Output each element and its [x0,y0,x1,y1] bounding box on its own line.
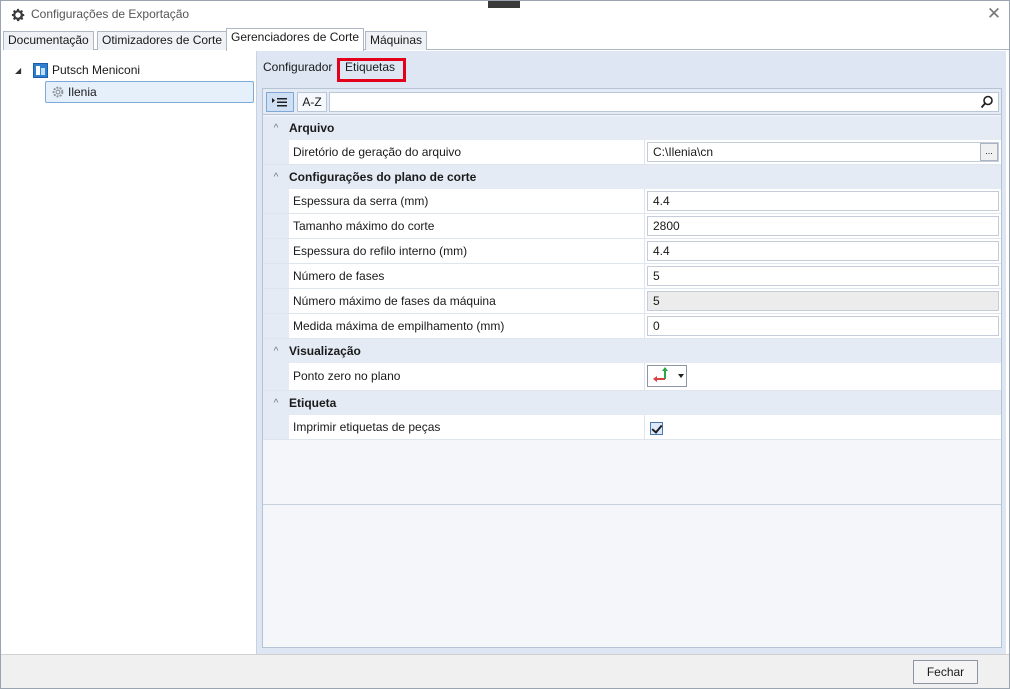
chevron-up-icon[interactable]: ^ [263,172,289,183]
directory-field[interactable]: C:\Ilenia\cn [647,142,999,162]
tree-root-item[interactable]: ◢ Putsch Meniconi [15,61,140,79]
title-notch [488,1,520,8]
categorized-icon [272,98,287,107]
machine-icon [33,62,48,78]
settings-pane: Configurador Etiquetas A-Z ^ Arquivo Dir… [256,51,1006,654]
subtab-etiquetas[interactable]: Etiquetas [345,60,395,74]
print-labels-checkbox[interactable] [650,422,663,435]
axis-origin-icon [653,367,684,382]
property-name: Espessura da serra (mm) [289,189,645,213]
property-row: Espessura do refilo interno (mm) 4.4 [263,239,1001,264]
property-grid-toolbar: A-Z [263,89,1001,115]
main-tabs: Documentação Otimizadores de Corte Geren… [3,28,1009,51]
property-list: ^ Arquivo Diretório de geração do arquiv… [263,116,1001,440]
chevron-up-icon[interactable]: ^ [263,346,289,357]
property-row: Tamanho máximo do corte 2800 [263,214,1001,239]
category-title: Etiqueta [289,396,337,410]
property-name: Imprimir etiquetas de peças [289,415,645,439]
export-settings-window: Configurações de Exportação ✕ Documentaç… [0,0,1010,689]
search-icon [980,95,993,109]
phase-count-field[interactable]: 5 [647,266,999,286]
categorized-button[interactable] [266,92,294,112]
expand-triangle-icon[interactable]: ◢ [15,66,29,75]
property-row: Espessura da serra (mm) 4.4 [263,189,1001,214]
property-name: Espessura do refilo interno (mm) [289,239,645,263]
tree-pane: ◢ Putsch Meniconi Ilenia [3,51,255,654]
tab-maquinas[interactable]: Máquinas [365,31,428,50]
property-name: Diretório de geração do arquivo [289,140,645,164]
property-row: Medida máxima de empilhamento (mm) 0 [263,314,1001,339]
category-title: Configurações do plano de corte [289,170,477,184]
category-plano-de-corte[interactable]: ^ Configurações do plano de corte [263,165,1001,189]
tree-item-ilenia[interactable]: Ilenia [45,81,254,103]
property-row: Ponto zero no plano [263,363,1001,391]
sort-az-button[interactable]: A-Z [297,92,327,112]
property-grid: A-Z ^ Arquivo Diretório de geração do ar… [262,88,1002,648]
tab-otimizadores-de-corte[interactable]: Otimizadores de Corte [97,31,228,50]
property-name: Número máximo de fases da máquina [289,289,645,313]
max-stack-size-field[interactable]: 0 [647,316,999,336]
category-arquivo[interactable]: ^ Arquivo [263,116,1001,140]
category-visualizacao[interactable]: ^ Visualização [263,339,1001,363]
inner-trim-thickness-field[interactable]: 4.4 [647,241,999,261]
title-bar: Configurações de Exportação ✕ [1,1,1009,29]
zero-point-dropdown[interactable] [647,365,687,387]
window-title: Configurações de Exportação [31,7,190,21]
description-divider [263,504,1001,505]
property-name: Ponto zero no plano [289,363,645,390]
tab-documentacao[interactable]: Documentação [3,31,94,50]
max-machine-phases-field: 5 [647,291,999,311]
property-name: Medida máxima de empilhamento (mm) [289,314,645,338]
property-name: Tamanho máximo do corte [289,214,645,238]
category-title: Arquivo [289,121,335,135]
category-title: Visualização [289,344,361,358]
gear-icon [11,8,25,22]
browse-button[interactable]: ... [980,143,998,161]
gear-icon [52,86,64,98]
category-etiqueta[interactable]: ^ Etiqueta [263,391,1001,415]
subtab-configurador[interactable]: Configurador [263,60,332,74]
tree-item-label: Ilenia [68,85,97,99]
max-cut-size-field[interactable]: 2800 [647,216,999,236]
search-input[interactable] [329,92,999,112]
property-row: Número máximo de fases da máquina 5 [263,289,1001,314]
sub-tabs: Configurador Etiquetas [257,56,1007,82]
property-row: Diretório de geração do arquivo C:\Ileni… [263,140,1001,165]
chevron-up-icon[interactable]: ^ [263,398,289,409]
close-button[interactable]: Fechar [913,660,978,684]
tree-root-label: Putsch Meniconi [52,63,141,77]
tab-gerenciadores-de-corte[interactable]: Gerenciadores de Corte [226,28,365,51]
close-icon[interactable]: ✕ [981,3,1007,25]
chevron-up-icon[interactable]: ^ [263,123,289,134]
property-name: Número de fases [289,264,645,288]
property-row: Número de fases 5 [263,264,1001,289]
saw-thickness-field[interactable]: 4.4 [647,191,999,211]
footer-bar: Fechar [1,654,1009,688]
property-row: Imprimir etiquetas de peças [263,415,1001,440]
